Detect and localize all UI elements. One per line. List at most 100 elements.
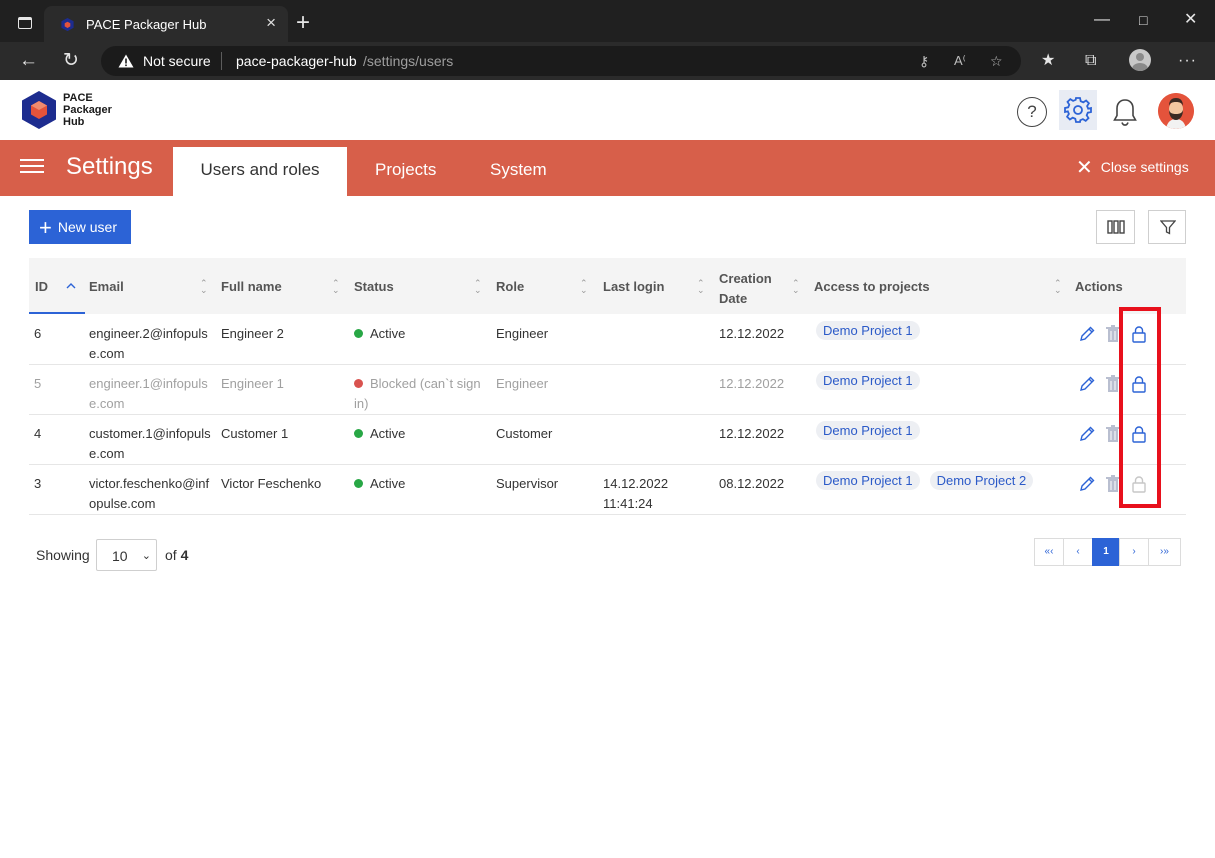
read-aloud-icon[interactable]: A⁽ [954, 53, 966, 69]
tab-users-and-roles[interactable]: Users and roles [173, 147, 347, 196]
filter-icon [1160, 220, 1176, 235]
project-chip[interactable]: Demo Project 1 [816, 321, 920, 340]
close-settings-label: Close settings [1100, 159, 1189, 175]
cell-projects: Demo Project 1 [816, 371, 930, 391]
cell-projects: Demo Project 1 Demo Project 2 [816, 471, 1043, 491]
browser-tab[interactable]: PACE Packager Hub × [44, 6, 288, 42]
close-settings-button[interactable]: ✕ Close settings [1076, 158, 1189, 178]
showing-label: Showing [36, 547, 90, 563]
edit-pencil-icon[interactable] [1079, 375, 1095, 393]
status-dot [354, 379, 363, 388]
columns-button[interactable] [1096, 210, 1135, 244]
table-row[interactable]: 6 engineer.2@infopuls e.com Engineer 2 Ac… [29, 315, 1186, 365]
table-row[interactable]: 5 engineer.1@infopuls e.com Engineer 1 Bl… [29, 365, 1186, 415]
app-header: PACE Packager Hub ? [0, 80, 1215, 140]
pace-logo-icon[interactable] [20, 90, 58, 130]
edit-pencil-icon[interactable] [1079, 425, 1095, 443]
edit-pencil-icon[interactable] [1079, 475, 1095, 493]
user-avatar[interactable] [1158, 93, 1194, 129]
key-icon[interactable]: ⚷ [919, 53, 929, 70]
cell-creation-date: 12.12.2022 [719, 376, 785, 391]
sort-icon[interactable]: ⌃ ⌄ [474, 279, 482, 295]
sort-icon[interactable]: ⌃ ⌄ [580, 279, 588, 295]
sort-ascending-icon[interactable] [66, 281, 76, 291]
cell-id: 6 [34, 326, 42, 341]
cell-full-name: Victor Feschenko [221, 476, 322, 491]
table-header: ID Email ⌃ ⌄ Full name ⌃ ⌄ Status ⌃ ⌄ Role … [29, 258, 1186, 314]
cell-id: 3 [34, 476, 42, 491]
cell-projects: Demo Project 1 [816, 421, 930, 441]
more-icon[interactable]: ··· [1178, 52, 1197, 70]
hamburger-menu-icon[interactable] [20, 159, 44, 173]
col-role[interactable]: Role [496, 279, 524, 294]
sort-icon[interactable]: ⌃ ⌄ [200, 279, 208, 295]
bell-icon[interactable] [1112, 97, 1138, 127]
window-icon[interactable] [18, 17, 32, 29]
edit-pencil-icon[interactable] [1079, 325, 1095, 343]
highlight-box [1119, 307, 1161, 508]
sort-icon[interactable]: ⌃ ⌄ [332, 279, 340, 295]
collections-icon[interactable]: ⧉ [1085, 52, 1096, 70]
table-row[interactable]: 4 customer.1@infopuls e.com Customer 1 Ac… [29, 415, 1186, 465]
sort-icon[interactable]: ⌃ ⌄ [697, 279, 705, 295]
page-size-value: 10 [112, 548, 128, 564]
first-page-button[interactable]: «‹ [1034, 538, 1064, 566]
columns-icon [1107, 220, 1125, 234]
cell-full-name: Engineer 1 [221, 376, 284, 391]
col-last-login[interactable]: Last login [603, 279, 664, 294]
sort-indicator [29, 312, 85, 314]
cell-email: engineer.1@infopuls e.com [89, 376, 208, 411]
address-bar[interactable]: Not secure pace-packager-hub /settings/u… [101, 46, 1021, 76]
col-access-to-projects[interactable]: Access to projects [814, 279, 930, 294]
next-page-button[interactable]: › [1119, 538, 1149, 566]
prev-page-button[interactable]: ‹ [1063, 538, 1093, 566]
maximize-icon[interactable]: □ [1139, 11, 1147, 29]
status-dot [354, 329, 363, 338]
new-tab-button[interactable]: + [296, 10, 310, 36]
refresh-icon[interactable]: ↻ [63, 51, 79, 71]
sort-icon[interactable]: ⌃ ⌄ [1054, 279, 1062, 295]
browser-titlebar: PACE Packager Hub × + — □ ✕ [0, 0, 1215, 42]
favorites-icon[interactable]: ★ [1041, 52, 1055, 70]
page-1-button[interactable]: 1 [1092, 538, 1120, 566]
status-dot [354, 429, 363, 438]
project-chip[interactable]: Demo Project 2 [929, 471, 1034, 490]
cell-status: Active [354, 424, 405, 444]
project-chip[interactable]: Demo Project 1 [816, 471, 920, 490]
cell-full-name: Engineer 2 [221, 326, 284, 341]
table-row[interactable]: 3 victor.feschenko@inf opulse.com Victor … [29, 465, 1186, 515]
col-full-name[interactable]: Full name [221, 279, 282, 294]
minimize-icon[interactable]: — [1094, 11, 1110, 29]
last-page-button[interactable]: ›» [1148, 538, 1181, 566]
col-status[interactable]: Status [354, 279, 394, 294]
logo-text: PACE Packager Hub [63, 92, 112, 128]
cell-status: Active [354, 474, 405, 494]
sort-icon[interactable]: ⌃ ⌄ [792, 279, 800, 295]
cell-email: customer.1@infopuls e.com [89, 426, 211, 461]
project-chip[interactable]: Demo Project 1 [816, 371, 920, 390]
col-email[interactable]: Email [89, 279, 124, 294]
avatar-icon [1158, 93, 1194, 129]
favorite-add-icon[interactable]: ☆ [990, 53, 1003, 70]
help-icon[interactable]: ? [1017, 97, 1047, 127]
cell-full-name: Customer 1 [221, 426, 289, 441]
settings-gear-button[interactable] [1059, 90, 1097, 130]
window-close-icon[interactable]: ✕ [1184, 11, 1197, 29]
page-size-select[interactable]: 10 ⌄ [96, 539, 157, 571]
back-arrow-icon[interactable]: ← [19, 51, 38, 71]
cell-status: Blocked (can`t sign in) [354, 376, 481, 411]
filter-button[interactable] [1148, 210, 1186, 244]
security-label[interactable]: Not secure [143, 53, 211, 69]
tab-system[interactable]: System [490, 147, 547, 196]
browser-toolbar: ← ↻ Not secure pace-packager-hub /settin… [0, 42, 1215, 80]
profile-icon[interactable] [1129, 49, 1151, 71]
col-creation-date[interactable]: Creation Date [719, 269, 772, 309]
cell-email: victor.feschenko@inf opulse.com [89, 476, 210, 511]
cell-creation-date: 08.12.2022 [719, 476, 785, 491]
cell-last-login: 14.12.2022 11:41:24 [603, 476, 669, 511]
new-user-button[interactable]: + New user [29, 210, 131, 244]
tab-projects[interactable]: Projects [375, 147, 436, 196]
project-chip[interactable]: Demo Project 1 [816, 421, 920, 440]
tab-close-icon[interactable]: × [266, 14, 276, 32]
col-id[interactable]: ID [35, 279, 48, 294]
